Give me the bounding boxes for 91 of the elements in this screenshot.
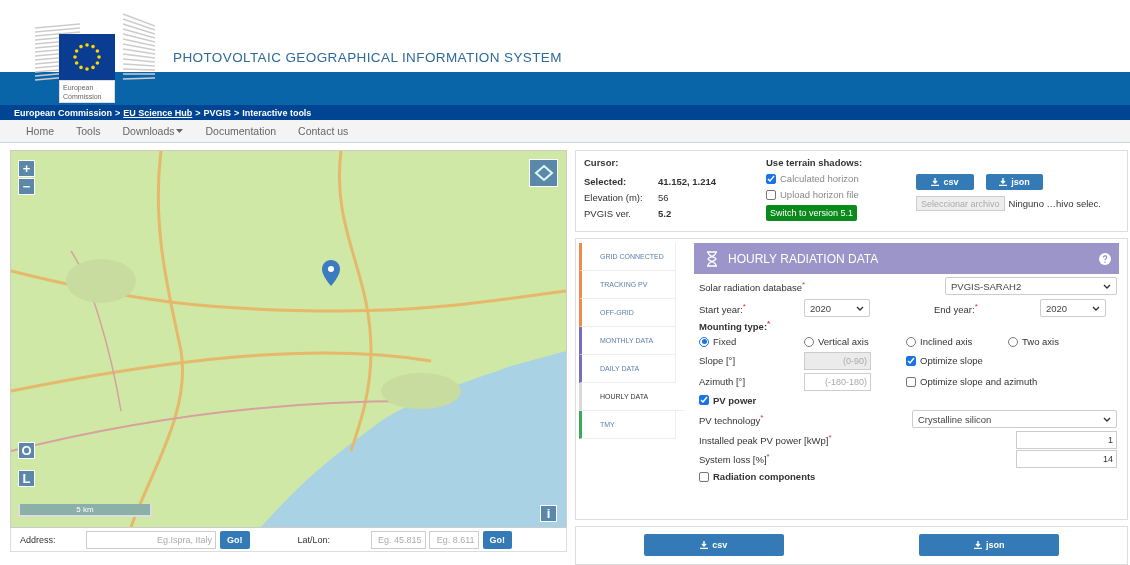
breadcrumb-item: PVGIS xyxy=(203,107,232,118)
mounting-option[interactable]: Fixed xyxy=(699,336,804,347)
map-control-button[interactable]: O xyxy=(18,442,35,459)
info-label: Selected: xyxy=(584,176,628,187)
checkbox[interactable] xyxy=(766,189,776,200)
download-icon xyxy=(999,178,1008,186)
caret-icon xyxy=(1103,416,1111,422)
horizon-option[interactable]: Calculated horizon xyxy=(766,173,916,184)
download-icon xyxy=(700,541,709,549)
site-title: PHOTOVOLTAIC GEOGRAPHICAL INFORMATION SYSTEM xyxy=(173,50,562,65)
horizon-option[interactable]: Upload horizon file xyxy=(766,189,916,200)
file-status: Ninguno …hivo selec. xyxy=(1008,198,1101,209)
breadcrumb-separator: > xyxy=(195,107,201,118)
field-label: Start year:$^{*}$ xyxy=(699,301,747,315)
section-label: Mounting type:$^{*}$ xyxy=(699,318,772,333)
download-icon xyxy=(931,178,940,186)
breadcrumb-separator: > xyxy=(115,107,121,118)
zoom-out-button[interactable]: − xyxy=(18,178,35,195)
address-field[interactable]: Eg.Ispra, Italy xyxy=(86,530,216,549)
pv-power-option[interactable]: PV power xyxy=(699,394,906,406)
field-label: Azimuth [°] xyxy=(699,376,747,387)
database-select[interactable]: PVGIS-SARAH2 xyxy=(945,277,1117,295)
caret-icon xyxy=(1092,305,1100,311)
system-loss-field[interactable]: 14 xyxy=(1016,449,1117,468)
flag-icon xyxy=(59,34,115,80)
panel-title: HOURLY RADIATION DATA xyxy=(728,251,880,266)
start-year-select[interactable]: 2020 xyxy=(804,299,870,317)
download-button[interactable]: csv xyxy=(916,174,974,190)
mounting-option[interactable]: Vertical axis xyxy=(804,336,906,347)
radio-button[interactable] xyxy=(906,336,916,347)
radio-button[interactable] xyxy=(699,336,709,347)
hourglass-icon xyxy=(704,250,720,267)
help-icon[interactable] xyxy=(1099,252,1111,265)
radio-button[interactable] xyxy=(1008,336,1018,347)
radio-button[interactable] xyxy=(804,336,814,347)
download-button[interactable]: csv xyxy=(643,534,784,556)
download-button[interactable]: json xyxy=(919,534,1060,556)
breadcrumb-separator: > xyxy=(234,107,240,118)
checkbox[interactable] xyxy=(906,355,916,366)
go-button[interactable]: Go! xyxy=(482,530,512,549)
optimize-option[interactable]: Optimize slope and azimuth xyxy=(906,376,1119,387)
field-label: Installed peak PV power [kWp]$^{*}$ xyxy=(699,432,833,447)
nav-link[interactable]: Tools xyxy=(76,125,101,137)
info-value: 41.152, 1.214 xyxy=(658,176,718,187)
checkbox[interactable] xyxy=(906,376,916,387)
longitude-field[interactable]: Eg. 8.611 xyxy=(428,530,479,549)
breadcrumb-item: Interactive tools xyxy=(242,107,312,118)
info-value: 5.2 xyxy=(658,208,673,219)
breadcrumb-link[interactable]: EU Science Hub xyxy=(123,107,193,118)
optimize-option[interactable]: Optimize slope xyxy=(906,355,1119,366)
checkbox[interactable] xyxy=(699,471,709,482)
shadows-title: Use terrain shadows: xyxy=(766,157,864,168)
info-button[interactable]: i xyxy=(540,505,557,522)
zoom-in-button[interactable]: + xyxy=(18,160,35,177)
field-label: Slope [°] xyxy=(699,355,736,366)
breadcrumb-item: European Commission xyxy=(14,107,112,118)
field-label: System loss [%]$^{*}$ xyxy=(699,451,771,466)
mounting-option[interactable]: Inclined axis xyxy=(906,336,1008,347)
map-control-button[interactable]: L xyxy=(18,470,35,487)
checkbox[interactable] xyxy=(699,395,709,405)
nav-link[interactable]: Contact us xyxy=(298,125,349,137)
info-label: PVGIS ver. xyxy=(584,208,632,219)
field-label: Solar radiation database$^{*}$ xyxy=(699,279,807,293)
nav-link[interactable]: Downloads xyxy=(122,125,184,137)
go-button[interactable]: Go! xyxy=(220,530,250,549)
switch-version-button[interactable]: Switch to version 5.1 xyxy=(766,205,858,221)
latitude-field[interactable]: Eg. 45.815 xyxy=(370,530,426,549)
download-icon xyxy=(974,541,982,549)
cursor-label: Cursor: xyxy=(584,157,620,168)
latlon-label: Lat/Lon: xyxy=(297,534,332,545)
download-button[interactable]: json xyxy=(986,174,1043,190)
scale-bar: 5 km xyxy=(18,504,152,517)
address-label: Address: xyxy=(20,534,57,545)
info-label: Elevation (m): xyxy=(584,192,644,203)
layers-button[interactable] xyxy=(529,159,558,187)
nav-link[interactable]: Documentation xyxy=(205,125,277,137)
checkbox[interactable] xyxy=(766,173,776,184)
field-label: PV technology$^{*}$ xyxy=(699,412,765,426)
peak-power-field[interactable]: 1 xyxy=(1016,430,1117,449)
field-label: End year:$^{*}$ xyxy=(934,301,979,315)
map-pin-icon xyxy=(322,260,340,286)
info-value: 56 xyxy=(658,192,670,203)
technology-select[interactable]: Crystalline silicon xyxy=(912,410,1117,428)
mounting-option[interactable]: Two axis xyxy=(1008,336,1119,347)
radiation-components-option[interactable]: Radiation components xyxy=(699,471,1008,482)
nav-link[interactable]: Home xyxy=(26,125,54,137)
end-year-select[interactable]: 2020 xyxy=(1040,299,1106,317)
caret-icon xyxy=(1103,283,1111,289)
caret-icon xyxy=(176,129,184,133)
caret-icon xyxy=(856,305,864,311)
azimuth-field[interactable]: (-180-180) xyxy=(804,372,871,391)
